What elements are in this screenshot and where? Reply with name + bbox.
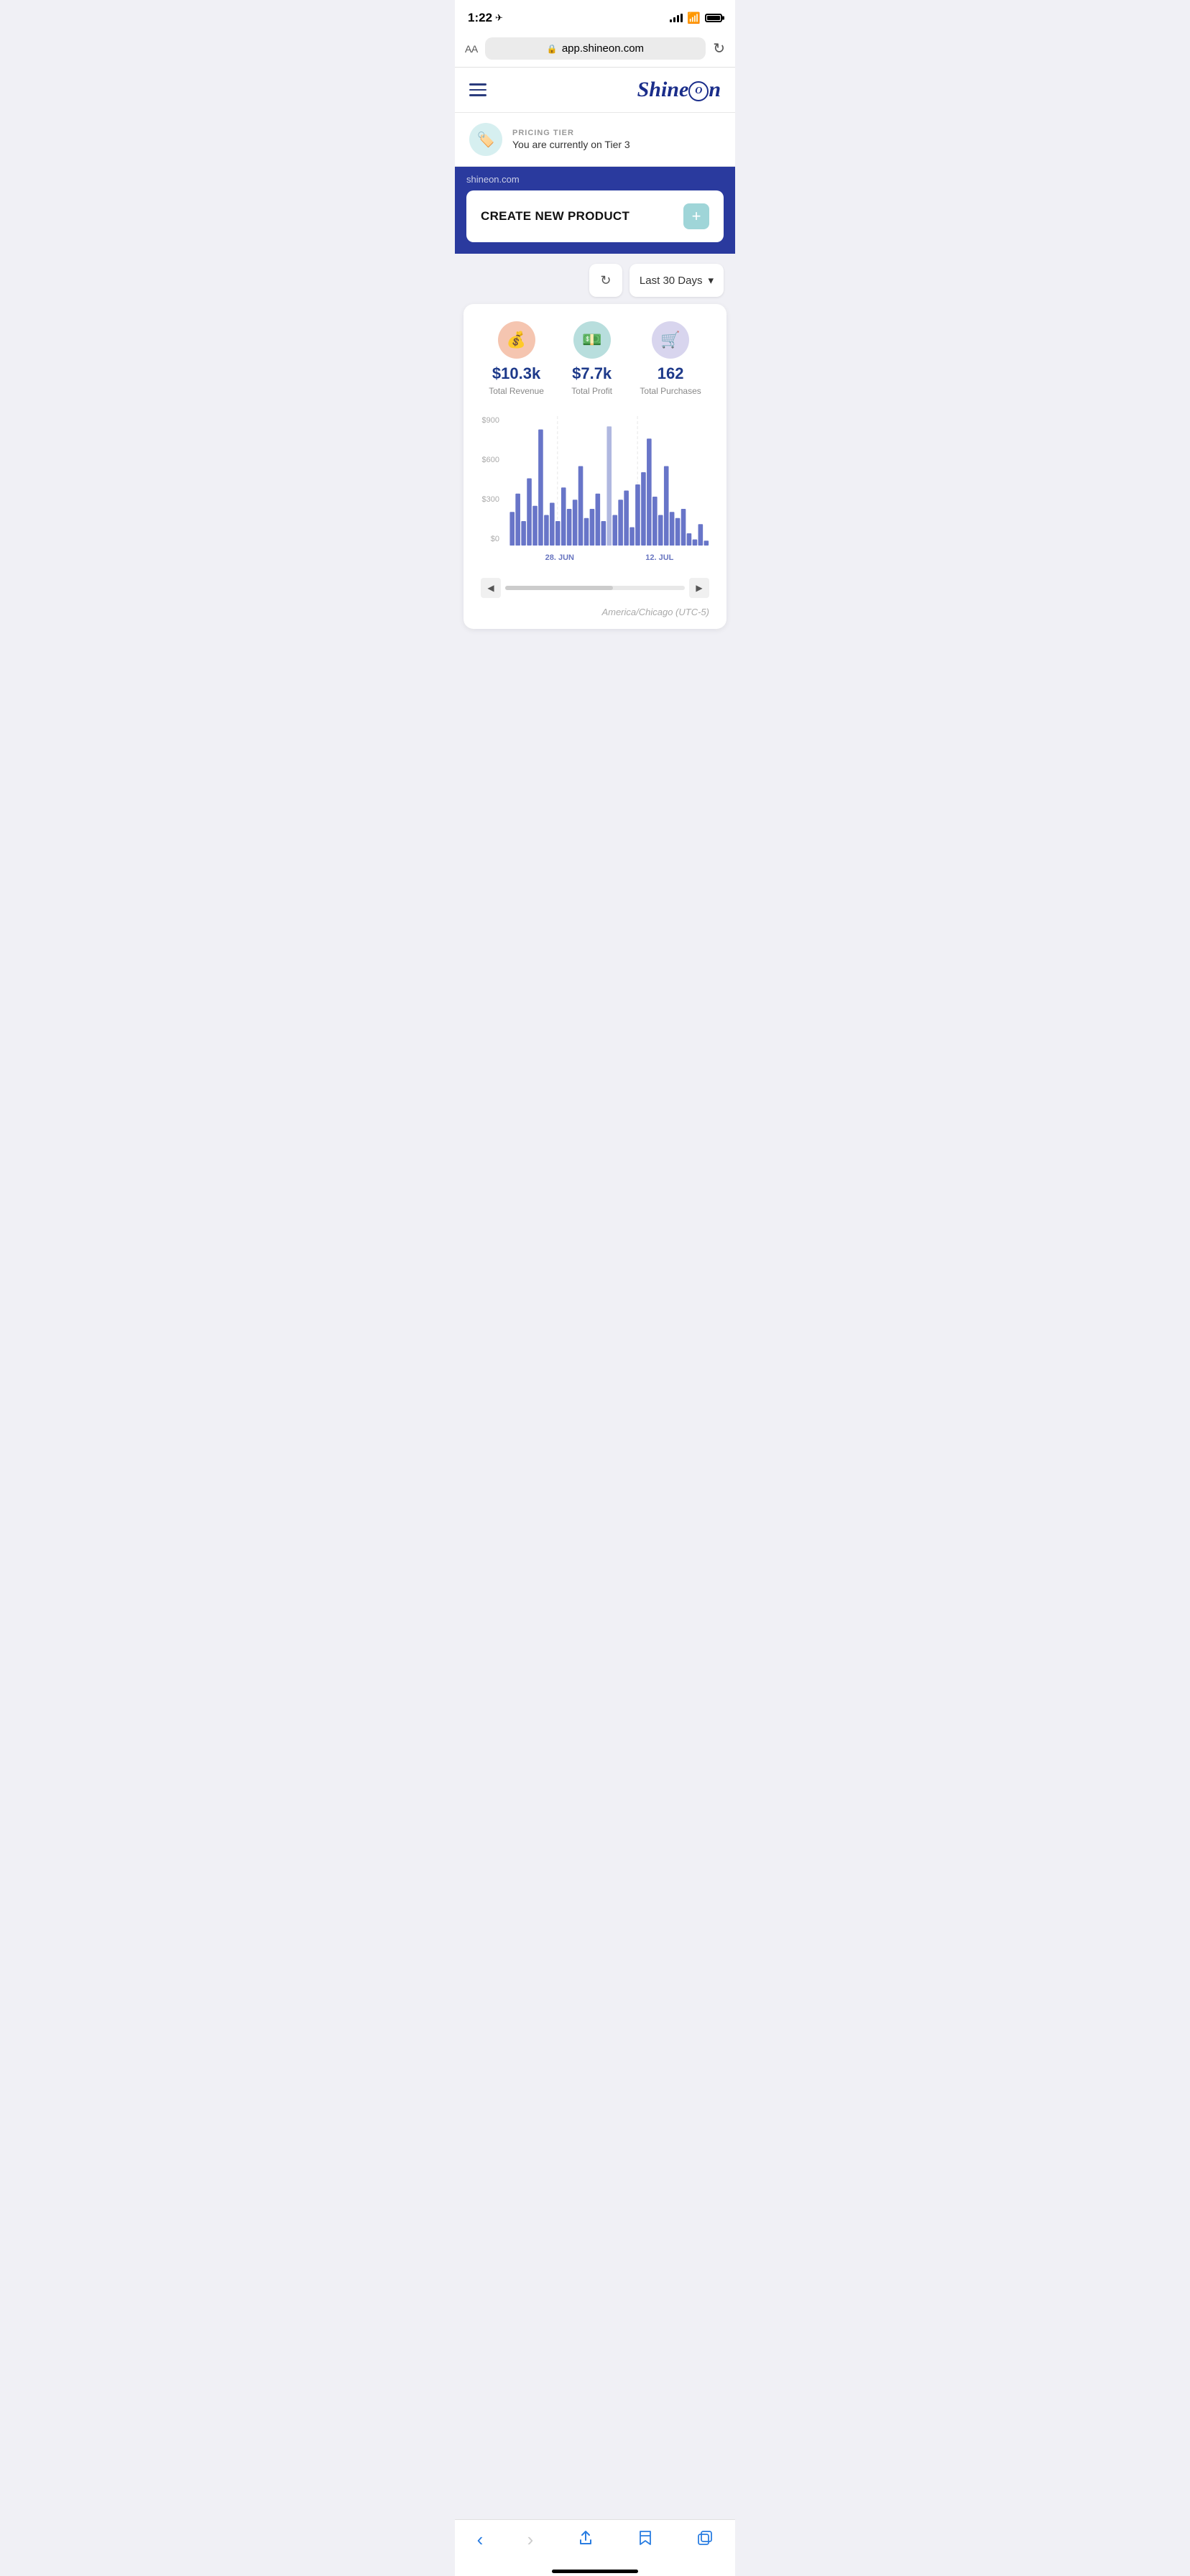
url-field[interactable]: 🔒 app.shineon.com: [485, 37, 706, 60]
dashboard-controls: ↻ Last 30 Days ▾: [455, 254, 735, 304]
purchases-value: 162: [658, 364, 684, 383]
status-time: 1:22: [468, 11, 492, 25]
tier-value: You are currently on Tier 3: [512, 139, 630, 150]
revenue-label: Total Revenue: [489, 386, 544, 396]
chevron-down-icon: ▾: [708, 274, 714, 287]
purchases-icon: 🛒: [652, 321, 689, 359]
profit-label: Total Profit: [571, 386, 612, 396]
status-icons: 📶: [670, 12, 722, 24]
hamburger-line: [469, 83, 486, 86]
purchases-stat: 🛒 162 Total Purchases: [640, 321, 701, 396]
scroll-right-arrow[interactable]: ▶: [689, 578, 709, 598]
x-label-jun: 28. JUN: [545, 553, 574, 562]
scroll-thumb[interactable]: [505, 586, 613, 590]
y-label-0: $0: [475, 535, 504, 543]
stats-row: 💰 $10.3k Total Revenue 💵 $7.7k Total Pro…: [475, 321, 715, 396]
wifi-icon: 📶: [687, 12, 701, 24]
create-product-button[interactable]: CREATE NEW PRODUCT +: [466, 190, 724, 242]
home-indicator: [455, 2565, 735, 2576]
y-label-300: $300: [475, 495, 504, 504]
chart-wrapper: [509, 416, 709, 549]
plus-icon[interactable]: +: [683, 203, 709, 229]
x-label-jul: 12. JUL: [645, 553, 673, 562]
profit-stat: 💵 $7.7k Total Profit: [571, 321, 612, 396]
refresh-button[interactable]: ↻: [589, 264, 622, 297]
refresh-icon[interactable]: ↻: [713, 40, 725, 58]
address-bar: AA 🔒 app.shineon.com ↻: [455, 32, 735, 68]
chart-y-axis: $900 $600 $300 $0: [475, 416, 504, 543]
cart-icon: 🛒: [660, 331, 680, 349]
battery-icon: [705, 14, 722, 22]
hamburger-menu[interactable]: [469, 83, 486, 96]
hamburger-line: [469, 94, 486, 96]
profit-icon: 💵: [573, 321, 611, 359]
tier-info: PRICING TIER You are currently on Tier 3: [512, 129, 630, 150]
tag-icon: 🏷️: [477, 131, 495, 149]
revenue-stat: 💰 $10.3k Total Revenue: [489, 321, 544, 396]
share-button[interactable]: [578, 2530, 594, 2550]
bottom-nav: ‹ ›: [455, 2519, 735, 2565]
aa-button[interactable]: AA: [465, 43, 478, 55]
profit-money-icon: 💵: [582, 331, 601, 349]
banner-domain: shineon.com: [466, 174, 724, 185]
pricing-tier-section: 🏷️ PRICING TIER You are currently on Tie…: [455, 113, 735, 167]
bookmarks-button[interactable]: [637, 2530, 653, 2550]
location-arrow-icon: ✈: [495, 12, 503, 24]
home-bar: [552, 2570, 638, 2573]
purchases-label: Total Purchases: [640, 386, 701, 396]
signal-icon: [670, 14, 683, 22]
timezone-label: America/Chicago (UTC-5): [475, 601, 715, 617]
date-filter-label: Last 30 Days: [640, 275, 703, 287]
hamburger-line: [469, 89, 486, 91]
status-bar: 1:22 ✈ 📶: [455, 0, 735, 32]
lock-icon: 🔒: [547, 44, 558, 54]
money-bag-icon: 💰: [507, 331, 526, 349]
y-label-600: $600: [475, 456, 504, 464]
scroll-track[interactable]: [505, 586, 685, 590]
nav-header: ShineOn: [455, 68, 735, 113]
blue-banner: shineon.com CREATE NEW PRODUCT +: [455, 167, 735, 254]
logo: ShineOn: [637, 78, 721, 102]
create-product-label: CREATE NEW PRODUCT: [481, 209, 629, 224]
revenue-value: $10.3k: [492, 364, 540, 383]
scroll-left-arrow[interactable]: ◀: [481, 578, 501, 598]
tabs-button[interactable]: [697, 2530, 713, 2550]
tier-label: PRICING TIER: [512, 129, 630, 137]
bar-chart: [509, 416, 709, 546]
back-button[interactable]: ‹: [477, 2529, 484, 2551]
chart-x-axis: 28. JUN 12. JUL: [509, 549, 709, 566]
stats-card: 💰 $10.3k Total Revenue 💵 $7.7k Total Pro…: [463, 304, 727, 629]
forward-button[interactable]: ›: [527, 2529, 534, 2551]
refresh-icon: ↻: [600, 273, 611, 288]
url-text: app.shineon.com: [562, 42, 644, 55]
y-label-900: $900: [475, 416, 504, 425]
revenue-icon: 💰: [498, 321, 535, 359]
tier-icon: 🏷️: [469, 123, 502, 156]
date-filter-button[interactable]: Last 30 Days ▾: [629, 264, 724, 297]
profit-value: $7.7k: [572, 364, 612, 383]
chart-scrollbar[interactable]: ◀ ▶: [481, 578, 709, 598]
chart-area: $900 $600 $300 $0 28. JUN 12. JUL: [475, 416, 715, 572]
